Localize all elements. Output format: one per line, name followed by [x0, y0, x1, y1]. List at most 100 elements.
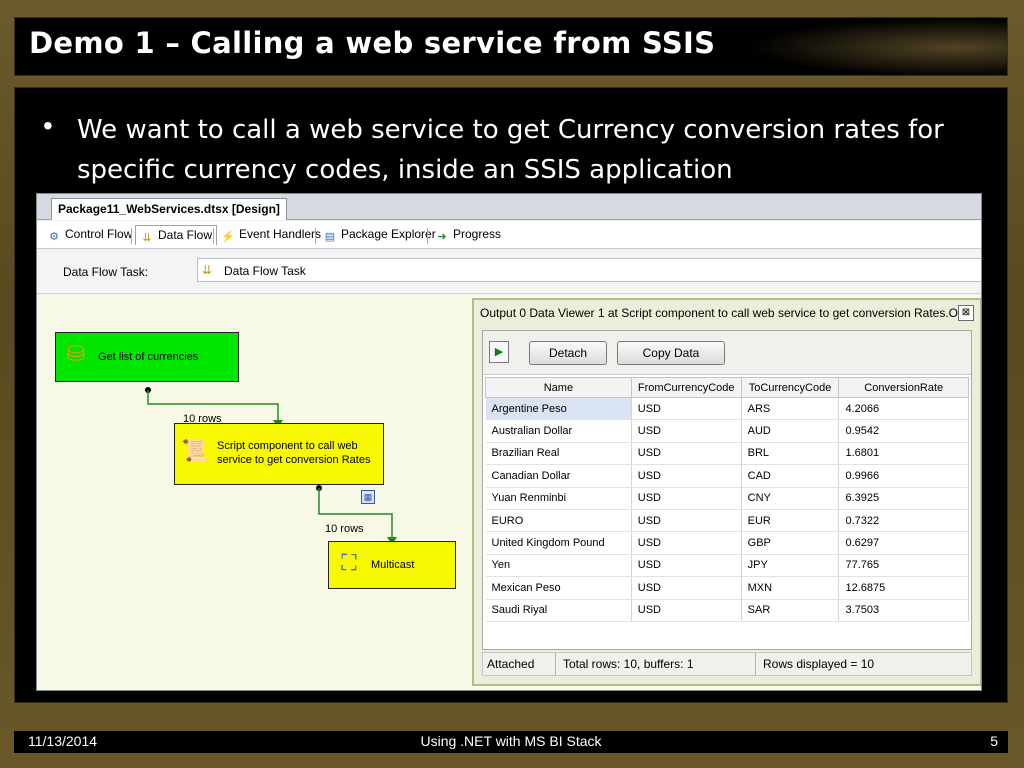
- document-tab-bar: Package11_WebServices.dtsx [Design]: [37, 194, 981, 220]
- table-cell: USD: [631, 554, 742, 578]
- table-row[interactable]: Brazilian Real USD BRL 1.6801: [485, 442, 969, 466]
- multicast-icon: ⛶: [341, 550, 357, 575]
- table-cell: EUR: [741, 509, 840, 533]
- table-cell: 0.9542: [838, 419, 969, 443]
- table-cell: Saudi Riyal: [485, 599, 632, 622]
- table-cell: GBP: [741, 531, 840, 555]
- data-flow-icon: ⇊: [142, 232, 152, 244]
- database-icon: ⛁: [66, 341, 86, 366]
- tab-event-handlers[interactable]: ⚡ Event Handlers: [217, 225, 325, 245]
- tab-event-handlers-label: Event Handlers: [239, 227, 322, 241]
- table-row[interactable]: EURO USD EUR 0.7322: [485, 509, 969, 533]
- control-flow-icon: ⚙: [49, 231, 59, 243]
- table-cell: MXN: [741, 576, 840, 600]
- data-viewer-title: Output 0 Data Viewer 1 at Script compone…: [480, 306, 958, 320]
- column-header-rate[interactable]: ConversionRate: [838, 377, 969, 398]
- package-explorer-icon: ▤: [324, 231, 336, 243]
- tab-package-explorer[interactable]: ▤ Package Explorer: [319, 225, 440, 245]
- progress-icon: ➜: [437, 231, 447, 243]
- status-separator: [755, 653, 756, 675]
- data-flow-task-icon: ⇊: [202, 263, 213, 277]
- slide-title-bar: Demo 1 – Calling a web service from SSIS: [14, 17, 1008, 76]
- tab-separator: [427, 228, 428, 244]
- table-cell: 77.765: [838, 554, 969, 578]
- table-cell: USD: [631, 531, 742, 555]
- table-cell: EURO: [485, 509, 632, 533]
- table-cell: BRL: [741, 442, 840, 466]
- path-rows-label-2: 10 rows: [325, 523, 364, 535]
- table-cell: USD: [631, 397, 742, 421]
- script-icon: 📜: [181, 438, 209, 463]
- multicast-node-label: Multicast: [371, 559, 415, 571]
- detach-button[interactable]: Detach: [529, 341, 607, 365]
- table-cell: Yuan Renminbi: [485, 487, 632, 510]
- table-row[interactable]: Saudi Riyal USD SAR 3.7503: [485, 599, 969, 622]
- table-cell: USD: [631, 442, 742, 466]
- table-row[interactable]: Yen USD JPY 77.765: [485, 554, 969, 578]
- data-grid: Name FromCurrencyCode ToCurrencyCode Con…: [485, 377, 969, 622]
- table-cell: USD: [631, 576, 742, 600]
- column-header-name[interactable]: Name: [485, 377, 632, 398]
- document-tab[interactable]: Package11_WebServices.dtsx [Design]: [51, 198, 287, 220]
- tab-data-flow[interactable]: ⇊ Data Flow: [135, 225, 218, 245]
- tab-control-flow[interactable]: ⚙ Control Flow: [43, 225, 136, 245]
- tab-separator: [213, 228, 214, 244]
- slide-title: Demo 1 – Calling a web service from SSIS: [29, 26, 716, 60]
- tab-progress-label: Progress: [453, 227, 502, 241]
- close-icon[interactable]: ⊠: [958, 305, 974, 321]
- multicast-node[interactable]: ⛶ Multicast: [328, 541, 456, 589]
- table-cell: United Kingdom Pound: [485, 531, 632, 555]
- table-cell: AUD: [741, 419, 840, 443]
- bullet-marker: •: [43, 110, 53, 141]
- table-row[interactable]: Canadian Dollar USD CAD 0.9966: [485, 464, 969, 488]
- column-header-from[interactable]: FromCurrencyCode: [630, 377, 742, 398]
- status-attached: Attached: [487, 657, 535, 671]
- copy-data-button[interactable]: Copy Data: [617, 341, 725, 365]
- status-rows-displayed: Rows displayed = 10: [763, 657, 875, 671]
- column-header-to[interactable]: ToCurrencyCode: [740, 377, 840, 398]
- data-viewer-body: ▶ Detach Copy Data Name FromCurrencyCode…: [482, 330, 972, 650]
- data-viewer-window[interactable]: Output 0 Data Viewer 1 at Script compone…: [472, 298, 981, 686]
- table-cell: USD: [631, 464, 742, 488]
- table-row[interactable]: Argentine Peso USD ARS 4.2066: [485, 397, 969, 421]
- table-cell: CAD: [741, 464, 840, 488]
- table-cell: 12.6875: [838, 576, 969, 600]
- table-cell: USD: [631, 509, 742, 533]
- table-row[interactable]: Australian Dollar USD AUD 0.9542: [485, 419, 969, 443]
- data-flow-task-value: Data Flow Task: [224, 264, 306, 278]
- tab-separator: [131, 228, 132, 244]
- footer-title: Using .NET with MS BI Stack: [420, 733, 602, 749]
- slide-number: 5: [990, 733, 998, 749]
- table-row[interactable]: Yuan Renminbi USD CNY 6.3925: [485, 487, 969, 510]
- play-icon[interactable]: ▶: [489, 341, 509, 363]
- tab-progress[interactable]: ➜ Progress: [431, 225, 505, 245]
- table-cell: Yen: [485, 554, 632, 578]
- ssis-screenshot: Package11_WebServices.dtsx [Design] ⚙ Con…: [36, 193, 982, 691]
- data-viewer-status-bar: Attached Total rows: 10, buffers: 1 Rows…: [482, 652, 972, 676]
- table-row[interactable]: Mexican Peso USD MXN 12.6875: [485, 576, 969, 600]
- table-cell: 6.3925: [838, 487, 969, 510]
- table-cell: Canadian Dollar: [485, 464, 632, 488]
- grid-header-row: Name FromCurrencyCode ToCurrencyCode Con…: [485, 377, 969, 398]
- table-cell: 1.6801: [838, 442, 969, 466]
- table-cell: Australian Dollar: [485, 419, 632, 443]
- tab-separator: [315, 228, 316, 244]
- designer-tab-strip: ⚙ Control Flow ⇊ Data Flow ⚡ Event Handlers…: [37, 221, 981, 249]
- table-cell: Brazilian Real: [485, 442, 632, 466]
- script-component-node[interactable]: 📜 Script component to call web service t…: [174, 423, 384, 485]
- table-cell: USD: [631, 487, 742, 510]
- data-viewer-icon[interactable]: ▦: [361, 490, 375, 504]
- table-cell: USD: [631, 599, 742, 622]
- table-cell: Mexican Peso: [485, 576, 632, 600]
- data-viewer-toolbar: ▶ Detach Copy Data: [483, 331, 971, 375]
- table-cell: USD: [631, 419, 742, 443]
- data-flow-task-select[interactable]: ⇊ Data Flow Task: [197, 258, 981, 282]
- source-node[interactable]: ⛁ Get list of currencies: [55, 332, 239, 382]
- table-cell: SAR: [741, 599, 840, 622]
- table-row[interactable]: United Kingdom Pound USD GBP 0.6297: [485, 531, 969, 555]
- table-cell: 4.2066: [838, 397, 969, 421]
- script-node-label: Script component to call web service to …: [217, 440, 371, 466]
- source-node-label: Get list of currencies: [98, 351, 199, 363]
- status-separator: [555, 653, 556, 675]
- slide-footer: 11/13/2014 Using .NET with MS BI Stack 5: [14, 731, 1008, 753]
